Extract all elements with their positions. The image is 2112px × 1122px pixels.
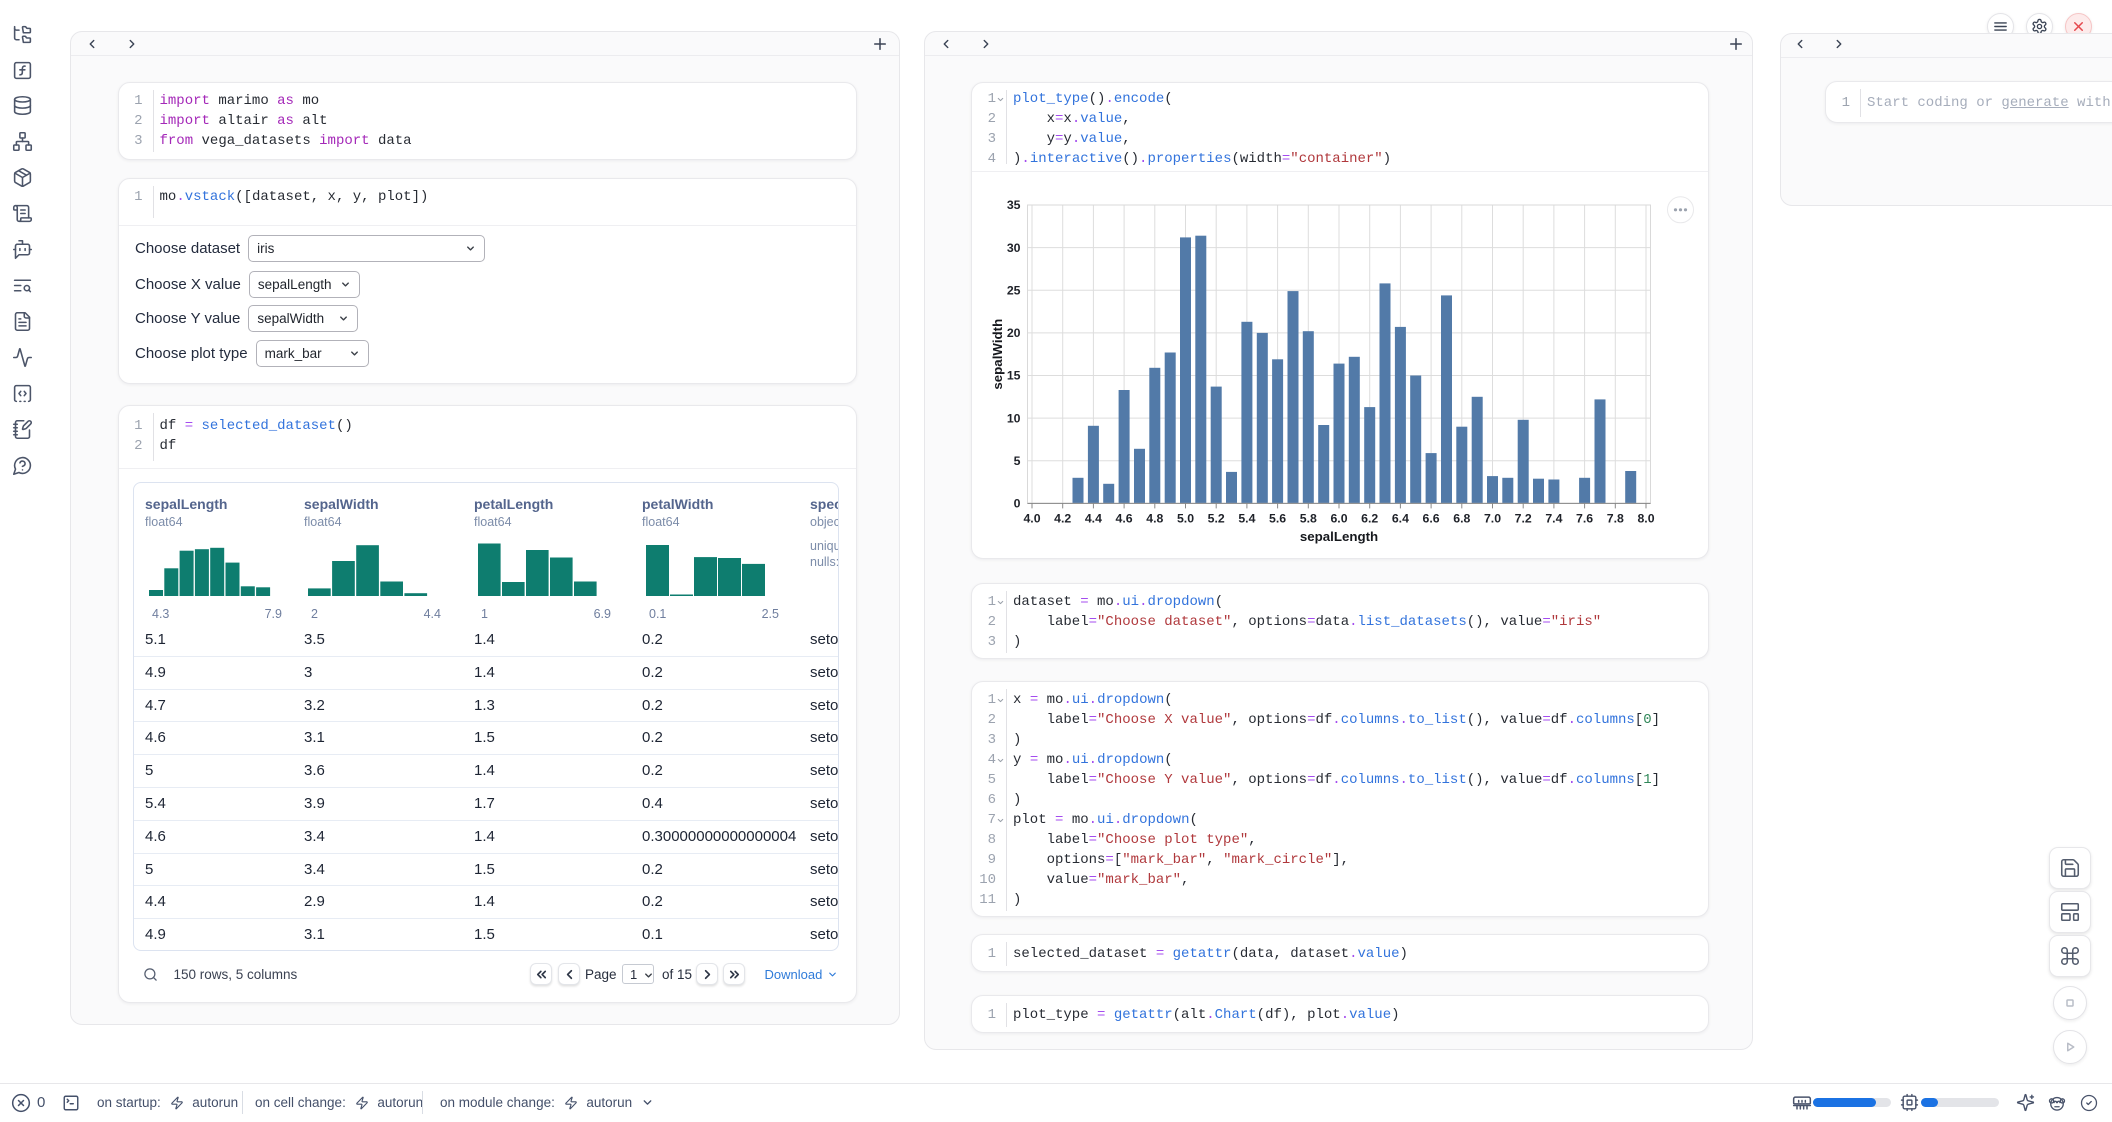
svg-text:30: 30	[1007, 241, 1021, 255]
svg-text:7.8: 7.8	[1607, 511, 1624, 525]
svg-text:8.0: 8.0	[1637, 511, 1654, 525]
svg-text:sepalWidth: sepalWidth	[990, 319, 1005, 390]
svg-text:4.0: 4.0	[1023, 511, 1040, 525]
svg-text:20: 20	[1007, 326, 1021, 340]
svg-text:6.0: 6.0	[1330, 511, 1347, 525]
svg-text:4.4: 4.4	[1085, 511, 1102, 525]
svg-text:4.2: 4.2	[1054, 511, 1071, 525]
svg-text:sepalLength: sepalLength	[1300, 529, 1378, 544]
svg-text:6.8: 6.8	[1453, 511, 1470, 525]
svg-text:4.6: 4.6	[1116, 511, 1133, 525]
svg-text:0: 0	[1014, 497, 1021, 511]
svg-text:5: 5	[1014, 454, 1021, 468]
svg-text:5.6: 5.6	[1269, 511, 1286, 525]
svg-text:5.0: 5.0	[1177, 511, 1194, 525]
svg-text:15: 15	[1007, 369, 1021, 383]
svg-text:7.2: 7.2	[1515, 511, 1532, 525]
svg-text:35: 35	[1007, 198, 1021, 212]
svg-text:6.2: 6.2	[1361, 511, 1378, 525]
svg-text:7.0: 7.0	[1484, 511, 1501, 525]
svg-text:7.6: 7.6	[1576, 511, 1593, 525]
svg-text:5.8: 5.8	[1300, 511, 1317, 525]
svg-text:5.4: 5.4	[1238, 511, 1255, 525]
svg-text:5.2: 5.2	[1208, 511, 1225, 525]
svg-text:4.8: 4.8	[1146, 511, 1163, 525]
svg-text:6.4: 6.4	[1392, 511, 1409, 525]
svg-text:25: 25	[1007, 284, 1021, 298]
svg-text:10: 10	[1007, 411, 1021, 425]
svg-text:7.4: 7.4	[1545, 511, 1562, 525]
svg-text:6.6: 6.6	[1423, 511, 1440, 525]
